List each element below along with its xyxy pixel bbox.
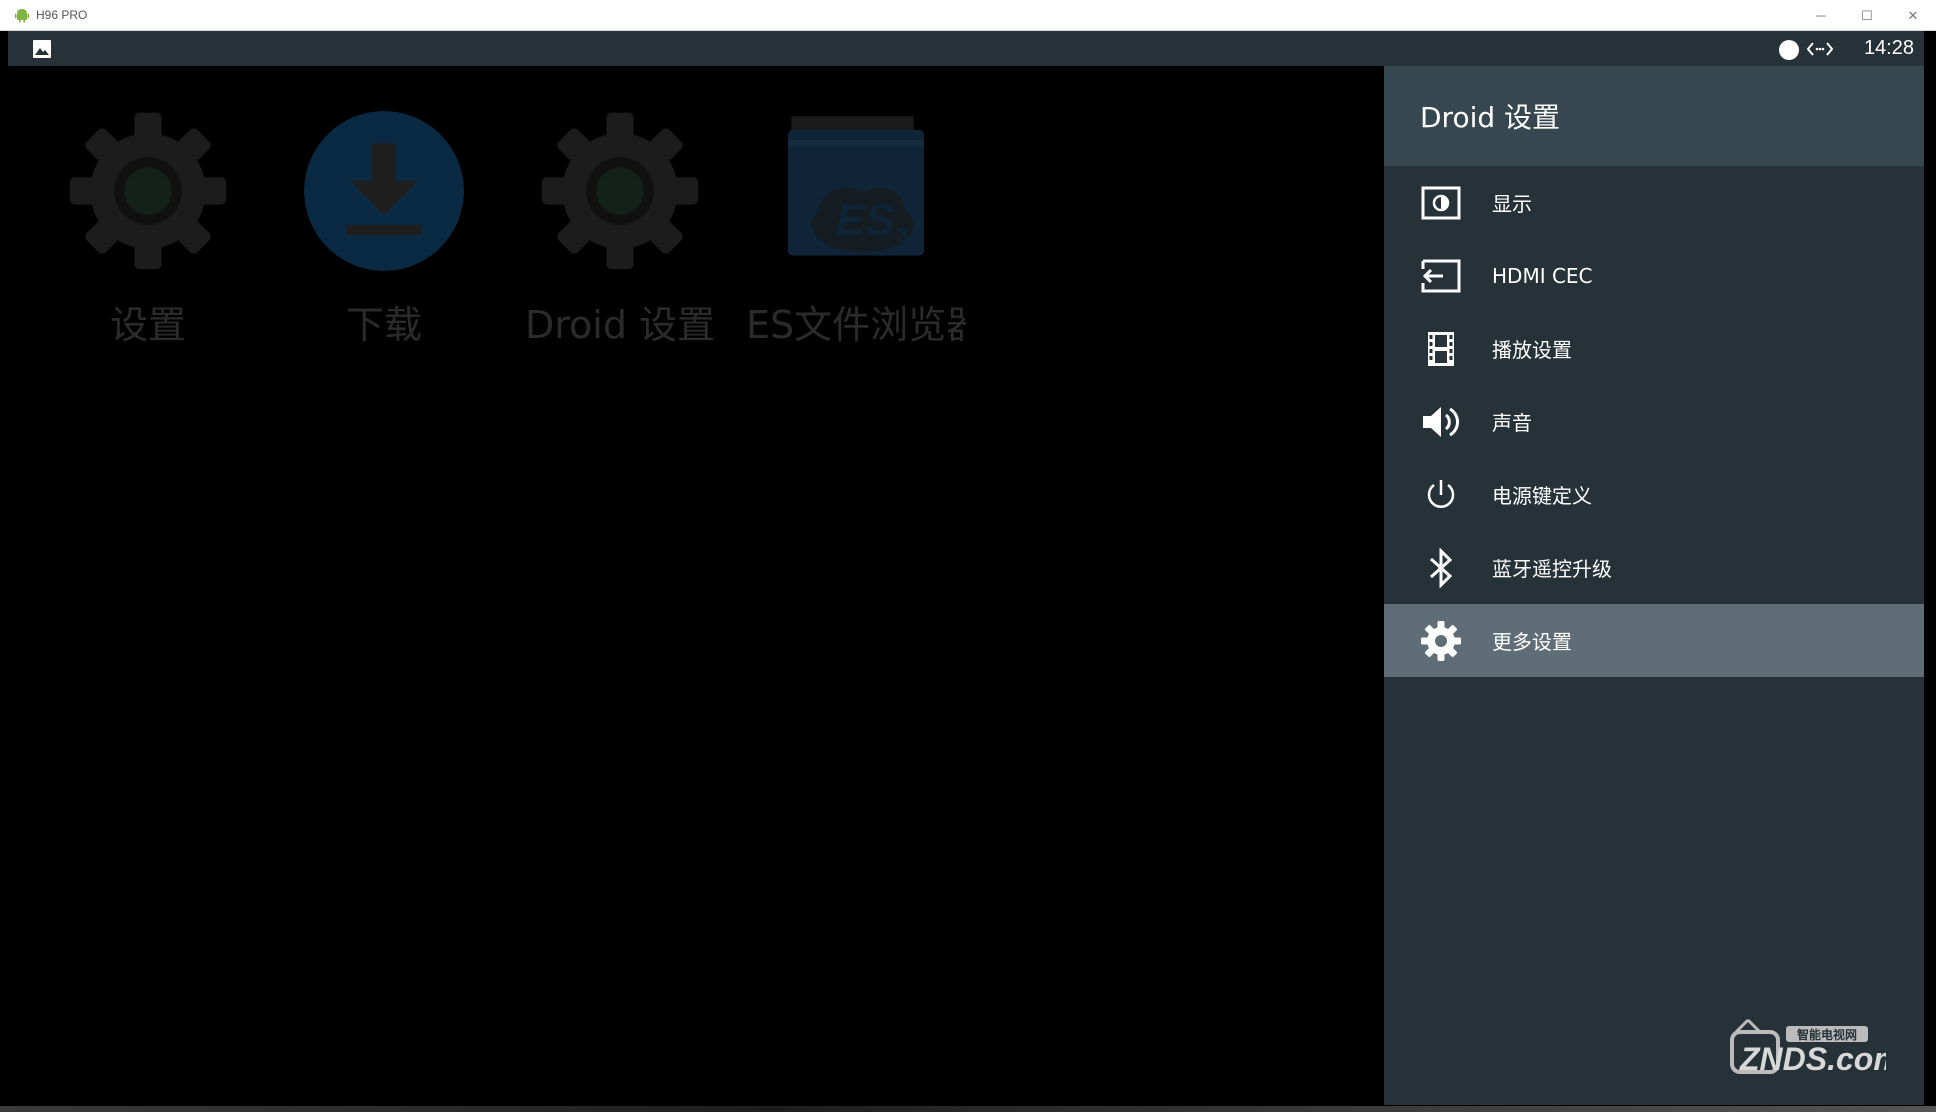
launcher-home: 设置 下载 Droid 设置 ES 3 ES文件浏览器 <box>8 66 1384 1105</box>
emulator-window: H96 PRO ─ ☐ ✕ 14:28 设置 下载 Droid 设置 ES 3 … <box>0 0 1936 1106</box>
gear-icon <box>1420 620 1462 662</box>
droid-settings-drawer: Droid 设置 显示 HDMI CEC 播放设置 声音 电源键定义 蓝牙遥控升… <box>1384 66 1924 1105</box>
menu-item-sound[interactable]: 声音 <box>1384 385 1924 458</box>
gear-icon <box>69 112 227 270</box>
menu-item-hdmi-cec[interactable]: HDMI CEC <box>1384 239 1924 312</box>
film-icon <box>1420 328 1462 370</box>
app-tile-droid-settings[interactable]: Droid 设置 <box>510 106 730 366</box>
drawer-title: Droid 设置 <box>1420 101 1561 134</box>
settings-menu: 显示 HDMI CEC 播放设置 声音 电源键定义 蓝牙遥控升级 更多设置 <box>1384 166 1924 677</box>
menu-item-label: HDMI CEC <box>1492 263 1593 288</box>
display-icon <box>1420 182 1462 224</box>
app-label: ES文件浏览器 <box>746 303 966 347</box>
app-label: 下载 <box>345 303 422 347</box>
menu-item-bluetooth-remote-upgrade[interactable]: 蓝牙遥控升级 <box>1384 531 1924 604</box>
app-tile-downloads[interactable]: 下载 <box>274 106 494 366</box>
app-label: 设置 <box>109 303 186 347</box>
menu-item-label: 显示 <box>1492 192 1532 216</box>
app-label: Droid 设置 <box>524 303 716 347</box>
hdmi-input-icon <box>1420 255 1462 297</box>
status-bar: 14:28 <box>8 31 1924 66</box>
menu-item-label: 播放设置 <box>1492 338 1572 362</box>
power-icon <box>1420 474 1462 516</box>
svg-text:3: 3 <box>897 225 908 247</box>
download-icon <box>304 111 464 271</box>
menu-item-more-settings[interactable]: 更多设置 <box>1384 604 1924 677</box>
watermark-brand: ZNDS.com <box>1739 1041 1886 1077</box>
menu-item-label: 蓝牙遥控升级 <box>1492 557 1612 581</box>
menu-item-label: 电源键定义 <box>1492 484 1592 508</box>
watermark-tagline: 智能电视网 <box>1796 1027 1857 1042</box>
menu-item-power-key[interactable]: 电源键定义 <box>1384 458 1924 531</box>
gear-icon <box>541 112 699 270</box>
bluetooth-icon <box>1420 547 1462 589</box>
menu-item-playback-settings[interactable]: 播放设置 <box>1384 312 1924 385</box>
menu-item-display[interactable]: 显示 <box>1384 166 1924 239</box>
status-clock: 14:28 <box>1863 37 1914 59</box>
close-button[interactable]: ✕ <box>1890 0 1936 31</box>
es-file-explorer-icon: ES 3 <box>788 116 924 256</box>
app-tile-settings[interactable]: 设置 <box>38 106 258 366</box>
window-title: H96 PRO <box>36 8 88 22</box>
maximize-button[interactable]: ☐ <box>1844 0 1890 31</box>
window-titlebar[interactable]: H96 PRO ─ ☐ ✕ <box>0 0 1936 31</box>
speaker-icon <box>1420 401 1462 443</box>
android-screen: 14:28 设置 下载 Droid 设置 ES 3 ES文件浏览器 Droid … <box>8 31 1924 1105</box>
record-dot-icon <box>1779 40 1799 60</box>
image-icon <box>33 40 51 58</box>
drawer-header: Droid 设置 <box>1384 66 1924 166</box>
znds-watermark-logo: 智能电视网 ZNDS.com <box>1730 1018 1886 1077</box>
minimize-button[interactable]: ─ <box>1798 0 1844 31</box>
network-arrows-icon <box>1807 42 1833 56</box>
svg-text:ES: ES <box>836 196 895 245</box>
menu-item-label: 声音 <box>1492 411 1532 435</box>
menu-item-label: 更多设置 <box>1492 630 1572 654</box>
android-icon <box>15 9 29 23</box>
app-tile-es-file-explorer[interactable]: ES 3 ES文件浏览器 <box>746 106 966 366</box>
